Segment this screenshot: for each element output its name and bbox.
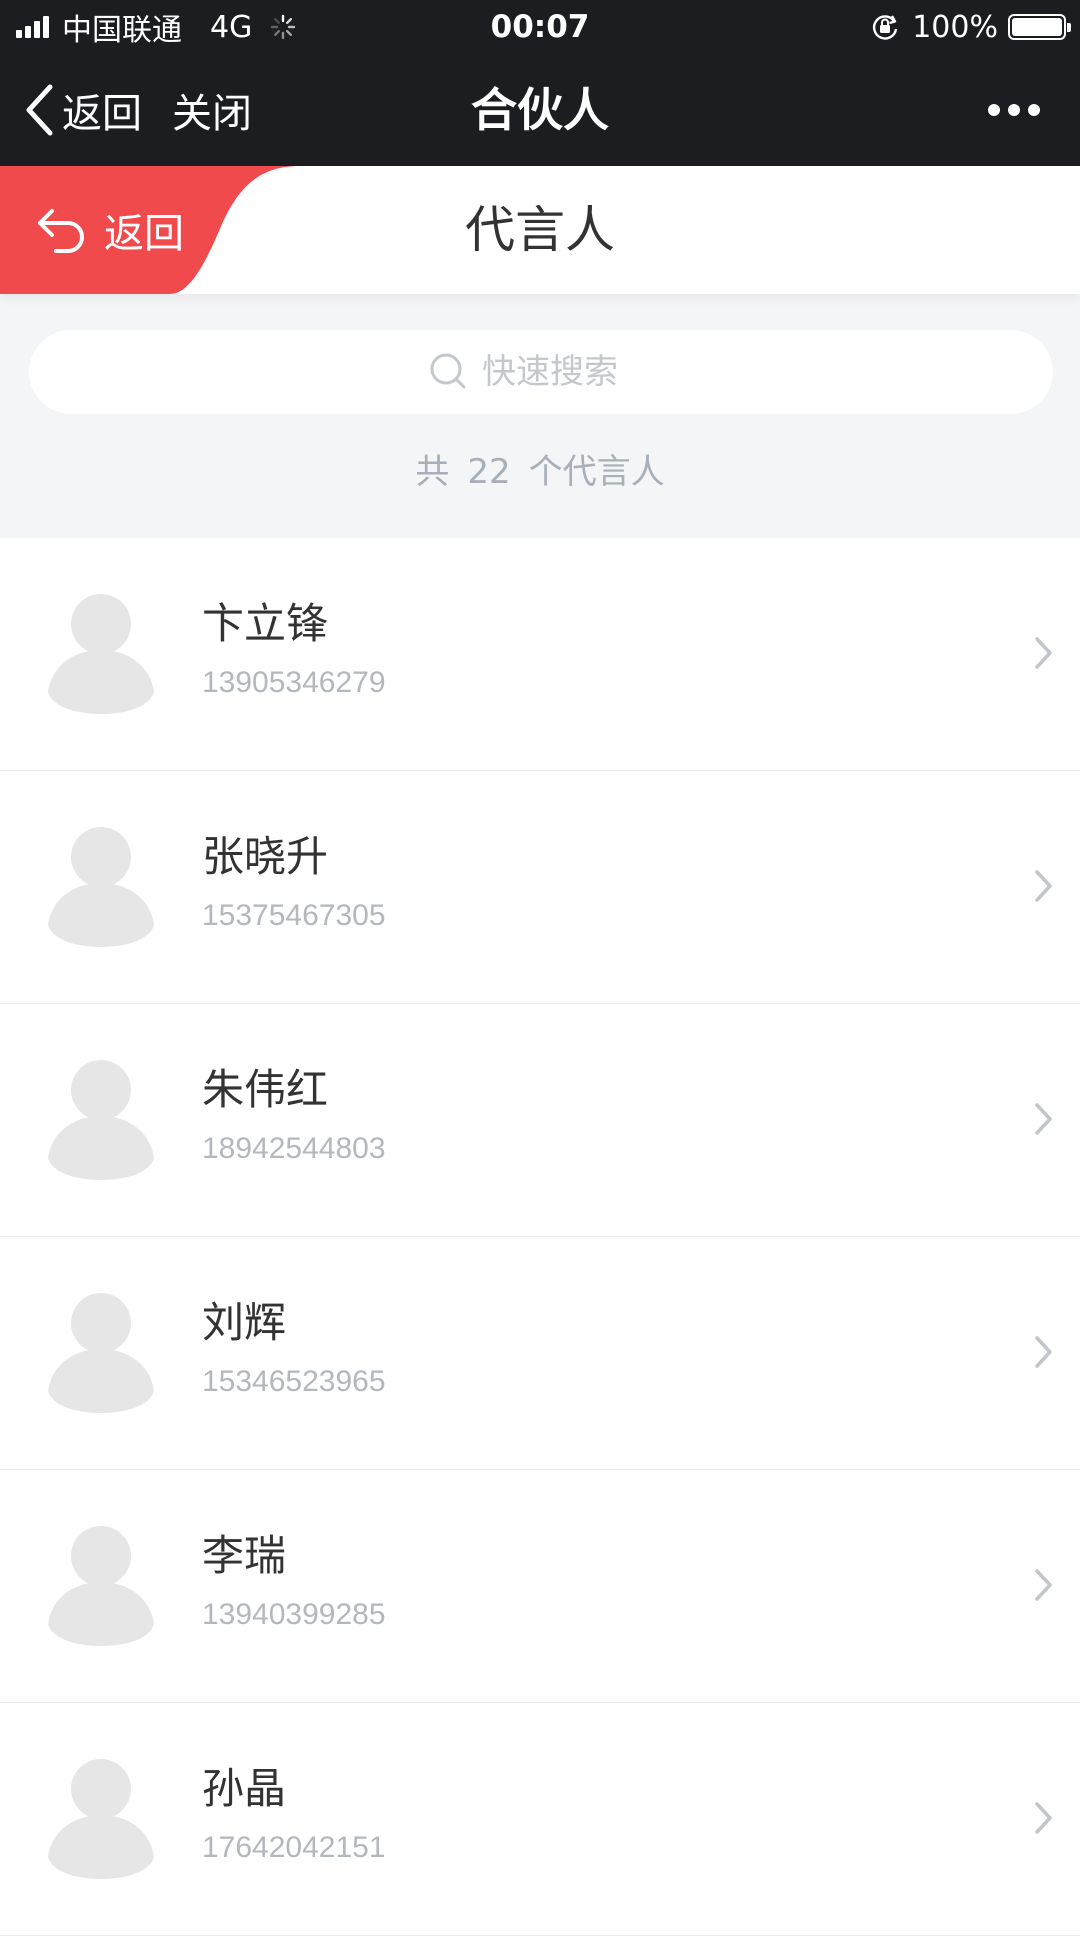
avatar-placeholder-icon — [48, 1759, 154, 1879]
item-phone: 13940399285 — [202, 1598, 386, 1631]
list-item[interactable]: 孙晶 17642042151 — [0, 1703, 1080, 1936]
nav-back-button[interactable]: 返回 — [24, 54, 142, 166]
battery-icon — [1008, 14, 1071, 40]
count-number: 22 — [467, 452, 511, 492]
nav-close-label: 关闭 — [172, 91, 252, 137]
chevron-left-icon — [26, 84, 53, 136]
undo-arrow-icon — [38, 209, 84, 253]
item-name: 朱伟红 — [202, 1065, 329, 1114]
spokesperson-count: 共 22 个代言人 — [0, 444, 1080, 493]
avatar-placeholder-icon — [48, 594, 154, 714]
list-item[interactable]: 朱伟红 18942544803 — [0, 1004, 1080, 1237]
search-area: 共 22 个代言人 — [0, 294, 1080, 538]
more-dot-icon — [988, 104, 1000, 116]
battery-percent: 100% — [912, 9, 998, 45]
item-name: 孙晶 — [202, 1764, 287, 1813]
chevron-right-icon — [1035, 1103, 1052, 1135]
item-phone: 15375467305 — [202, 899, 386, 932]
nav-title: 合伙人 — [471, 83, 609, 137]
item-phone: 15346523965 — [202, 1365, 386, 1398]
avatar-placeholder-icon — [48, 1526, 154, 1646]
more-dot-icon — [1008, 104, 1020, 116]
chevron-right-icon — [1035, 1802, 1052, 1834]
status-bar: 中国联通 4G 00:07 100% — [0, 0, 1080, 54]
item-phone: 17642042151 — [202, 1831, 386, 1864]
item-phone: 18942544803 — [202, 1132, 386, 1165]
spokesperson-list: 卞立锋 13905346279 张晓升 15375467305 朱伟红 1894… — [0, 538, 1080, 1936]
more-options-button[interactable] — [980, 54, 1040, 166]
chevron-right-icon — [1035, 870, 1052, 902]
status-right: 100% — [870, 0, 1071, 54]
nav-close-button[interactable]: 关闭 — [172, 54, 252, 166]
header-back-label: 返回 — [104, 211, 184, 257]
header-back-button[interactable]: 返回 — [0, 166, 300, 294]
avatar-placeholder-icon — [48, 1060, 154, 1180]
item-name: 卞立锋 — [202, 599, 329, 648]
rotation-lock-icon — [873, 15, 898, 40]
list-item[interactable]: 刘辉 15346523965 — [0, 1237, 1080, 1470]
list-item[interactable]: 卞立锋 13905346279 — [0, 538, 1080, 771]
chevron-right-icon — [1035, 1569, 1052, 1601]
search-input[interactable] — [480, 351, 654, 393]
search-icon — [430, 353, 466, 389]
item-phone: 13905346279 — [202, 666, 386, 699]
chevron-right-icon — [1035, 637, 1052, 669]
list-item[interactable]: 李瑞 13940399285 — [0, 1470, 1080, 1703]
nav-back-label: 返回 — [62, 91, 142, 137]
item-name: 刘辉 — [202, 1298, 287, 1347]
more-dot-icon — [1028, 104, 1040, 116]
item-name: 张晓升 — [202, 832, 329, 881]
chevron-right-icon — [1035, 1336, 1052, 1368]
avatar-placeholder-icon — [48, 827, 154, 947]
battery-fill — [1012, 18, 1062, 36]
count-suffix: 个代言人 — [528, 452, 665, 492]
list-item[interactable]: 张晓升 15375467305 — [0, 771, 1080, 1004]
search-box[interactable] — [29, 330, 1053, 414]
nav-bar: 返回 关闭 合伙人 — [0, 54, 1080, 166]
count-prefix: 共 — [415, 452, 450, 492]
avatar-placeholder-icon — [48, 1293, 154, 1413]
page-header: 返回 代言人 — [0, 166, 1080, 294]
item-name: 李瑞 — [202, 1531, 287, 1580]
